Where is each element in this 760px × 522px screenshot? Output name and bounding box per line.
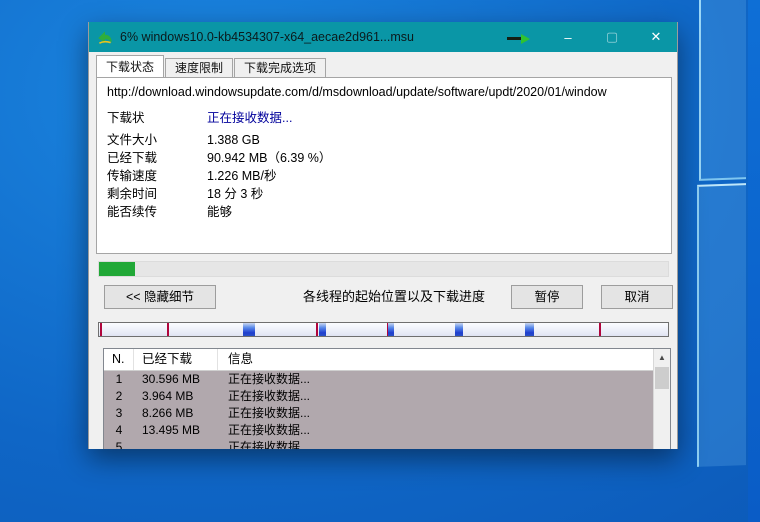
detail-value: 正在接收数据... bbox=[207, 109, 292, 127]
thread-start-marker bbox=[599, 323, 601, 336]
thread-downloaded-block bbox=[319, 323, 326, 336]
idm-download-dialog: 6% windows10.0-kb4534307-x64_aecae2d961.… bbox=[88, 22, 678, 449]
table-header: N. 已经下载 信息 bbox=[104, 349, 653, 371]
idm-logo-icon bbox=[96, 28, 114, 46]
cell-thread-number: 2 bbox=[104, 388, 134, 405]
thread-downloaded-block bbox=[243, 323, 256, 336]
detail-value: 能够 bbox=[207, 203, 232, 221]
maximize-button[interactable]: ▢ bbox=[597, 24, 627, 50]
detail-value: 1.226 MB/秒 bbox=[207, 167, 276, 185]
detail-label: 下载状 bbox=[107, 109, 207, 127]
detail-value: 1.388 GB bbox=[207, 131, 260, 149]
detail-label: 剩余时间 bbox=[107, 185, 207, 203]
tab-0[interactable]: 下载状态 bbox=[96, 55, 164, 77]
download-url: http://download.windowsupdate.com/d/msdo… bbox=[97, 78, 671, 103]
wallpaper-window-pane-upper bbox=[699, 0, 746, 181]
detail-rows: 下载状正在接收数据...文件大小1.388 GB已经下载90.942 MB（6.… bbox=[97, 103, 671, 221]
threads-caption: 各线程的起始位置以及下载进度 bbox=[239, 285, 549, 309]
minimize-button[interactable]: – bbox=[553, 24, 583, 50]
cell-info: 正在接收数据... bbox=[218, 405, 653, 422]
thread-progress-bar bbox=[98, 322, 669, 337]
detail-row: 能否续传能够 bbox=[107, 203, 671, 221]
detail-value: 90.942 MB（6.39 %） bbox=[207, 149, 331, 167]
detail-label: 传输速度 bbox=[107, 167, 207, 185]
detail-label: 文件大小 bbox=[107, 131, 207, 149]
cell-thread-number: 3 bbox=[104, 405, 134, 422]
detail-label: 能否续传 bbox=[107, 203, 207, 221]
table-scrollbar[interactable]: ▲ ▼ bbox=[653, 349, 670, 449]
detail-row: 传输速度1.226 MB/秒 bbox=[107, 167, 671, 185]
detail-value: 18 分 3 秒 bbox=[207, 185, 263, 203]
pause-button[interactable]: 暂停 bbox=[511, 285, 583, 309]
tab-2[interactable]: 下载完成选项 bbox=[234, 58, 326, 77]
window-title: 6% windows10.0-kb4534307-x64_aecae2d961.… bbox=[120, 30, 414, 44]
cell-thread-number: 5 bbox=[104, 439, 134, 449]
close-button[interactable]: ✕ bbox=[641, 24, 671, 50]
table-row[interactable]: 130.596 MB正在接收数据... bbox=[104, 371, 653, 388]
download-status-panel: http://download.windowsupdate.com/d/msdo… bbox=[96, 77, 672, 254]
table-row[interactable]: 38.266 MB正在接收数据... bbox=[104, 405, 653, 422]
wallpaper-glow bbox=[748, 0, 760, 522]
table-row[interactable]: 413.495 MB正在接收数据... bbox=[104, 422, 653, 439]
table-row[interactable]: 23.964 MB正在接收数据... bbox=[104, 388, 653, 405]
detail-row: 下载状正在接收数据... bbox=[107, 109, 671, 127]
column-header-info[interactable]: 信息 bbox=[218, 349, 653, 370]
overall-progress-bar bbox=[98, 261, 669, 277]
threads-table: N. 已经下载 信息 130.596 MB正在接收数据...23.964 MB正… bbox=[103, 348, 671, 449]
cell-downloaded-size: 30.596 MB bbox=[134, 371, 218, 388]
cancel-button[interactable]: 取消 bbox=[601, 285, 673, 309]
scroll-up-icon[interactable]: ▲ bbox=[654, 349, 670, 366]
detail-row: 已经下载90.942 MB（6.39 %） bbox=[107, 149, 671, 167]
download-activity-arrow-icon bbox=[507, 35, 533, 43]
cell-thread-number: 1 bbox=[104, 371, 134, 388]
thread-downloaded-block bbox=[525, 323, 534, 336]
column-header-n[interactable]: N. bbox=[104, 349, 134, 370]
table-row[interactable]: 5 正在接收数据... bbox=[104, 439, 653, 449]
detail-row: 文件大小1.388 GB bbox=[107, 131, 671, 149]
title-bar[interactable]: 6% windows10.0-kb4534307-x64_aecae2d961.… bbox=[89, 22, 677, 52]
cell-info: 正在接收数据... bbox=[218, 422, 653, 439]
tab-1[interactable]: 速度限制 bbox=[165, 58, 233, 77]
column-header-size[interactable]: 已经下载 bbox=[134, 349, 218, 370]
cell-info: 正在接收数据... bbox=[218, 439, 653, 449]
wallpaper-window-pane-lower bbox=[697, 183, 746, 467]
thread-start-marker bbox=[100, 323, 102, 336]
cell-downloaded-size: 3.964 MB bbox=[134, 388, 218, 405]
progress-fill bbox=[99, 262, 135, 276]
thread-downloaded-block bbox=[455, 323, 464, 336]
cell-info: 正在接收数据... bbox=[218, 371, 653, 388]
scrollbar-thumb[interactable] bbox=[655, 367, 669, 389]
thread-start-marker bbox=[167, 323, 169, 336]
hide-details-button[interactable]: << 隐藏细节 bbox=[104, 285, 216, 309]
table-body: 130.596 MB正在接收数据...23.964 MB正在接收数据...38.… bbox=[104, 371, 653, 449]
tab-bar: 下载状态速度限制下载完成选项 bbox=[96, 55, 327, 77]
cell-info: 正在接收数据... bbox=[218, 388, 653, 405]
cell-downloaded-size: 13.495 MB bbox=[134, 422, 218, 439]
cell-downloaded-size: 8.266 MB bbox=[134, 405, 218, 422]
thread-downloaded-block bbox=[388, 323, 394, 336]
cell-thread-number: 4 bbox=[104, 422, 134, 439]
detail-row: 剩余时间18 分 3 秒 bbox=[107, 185, 671, 203]
detail-label: 已经下载 bbox=[107, 149, 207, 167]
cell-downloaded-size bbox=[134, 439, 218, 449]
